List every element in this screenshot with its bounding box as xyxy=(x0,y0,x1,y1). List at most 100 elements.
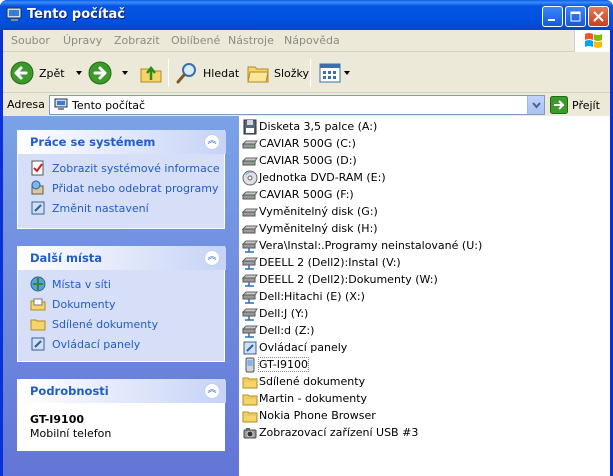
task-label: Zobrazit systémové informace xyxy=(52,161,220,175)
close-button[interactable] xyxy=(588,6,609,27)
place-network[interactable]: Místa v síti xyxy=(30,276,111,292)
go-arrow-icon xyxy=(550,96,568,114)
task-change-settings[interactable]: Změnit nastavení xyxy=(30,200,149,216)
chevron-down-icon[interactable] xyxy=(73,68,85,78)
system-tasks-title: Práce se systémem xyxy=(30,135,156,149)
list-item[interactable]: Dell:Hitachi (E) (X:) xyxy=(242,288,365,305)
details-type: Mobilní telefon xyxy=(30,427,112,440)
place-control-panel[interactable]: Ovládací panely xyxy=(30,336,140,352)
address-input[interactable]: Tento počítač xyxy=(49,95,545,115)
place-documents[interactable]: Dokumenty xyxy=(30,296,115,312)
control-panel-icon xyxy=(31,337,45,351)
place-shared-documents[interactable]: Sdílené dokumenty xyxy=(30,316,158,332)
list-item-label: Jednotka DVD-RAM (E:) xyxy=(259,171,386,184)
other-places-header[interactable]: Další místa ︽ xyxy=(18,246,226,270)
menu-bar: Soubor Úpravy Zobrazit Oblíbené Nástroje… xyxy=(3,30,610,52)
list-item[interactable]: DEELL 2 (Dell2):Dokumenty (W:) xyxy=(242,271,438,288)
list-item[interactable]: CAVIAR 500G (D:) xyxy=(242,152,357,169)
go-button[interactable]: Přejít xyxy=(550,96,600,114)
details-panel: Podrobnosti ︽ GT-I9100 Mobilní telefon xyxy=(17,379,226,451)
task-label: Změnit nastavení xyxy=(52,201,149,215)
control-panel-icon xyxy=(243,341,257,354)
list-item-label: Dell:J (Y:) xyxy=(259,307,309,320)
list-item[interactable]: Jednotka DVD-RAM (E:) xyxy=(242,169,386,186)
list-item[interactable]: Vyměnitelný disk (H:) xyxy=(242,220,378,237)
list-item-label: CAVIAR 500G (C:) xyxy=(259,137,356,150)
back-arrow-icon xyxy=(10,61,34,85)
close-icon xyxy=(593,11,604,22)
hard-drive-icon xyxy=(242,140,258,148)
toolbar-separator xyxy=(168,59,169,87)
collapse-chevron-icon[interactable]: ︽ xyxy=(204,134,220,150)
folders-label: Složky xyxy=(274,66,310,80)
go-label: Přejít xyxy=(572,98,600,112)
list-item[interactable]: Martin - dokumenty xyxy=(242,390,367,407)
system-tasks-header[interactable]: Práce se systémem ︽ xyxy=(18,130,226,154)
list-item[interactable]: Disketa 3,5 palce (A:) xyxy=(242,118,377,135)
list-item-label: CAVIAR 500G (F:) xyxy=(259,188,354,201)
list-item[interactable]: Dell:d (Z:) xyxy=(242,322,314,339)
list-item-label: Nokia Phone Browser xyxy=(259,409,376,422)
list-item-label: Dell:d (Z:) xyxy=(259,324,315,337)
list-item-label: GT-I9100 xyxy=(257,357,310,372)
network-drive-icon xyxy=(242,257,258,270)
documents-icon xyxy=(30,298,46,311)
menu-help[interactable]: Nápověda xyxy=(284,34,340,47)
list-item[interactable]: DEELL 2 (Dell2):Instal (V:) xyxy=(242,254,401,271)
folders-button[interactable]: Složky xyxy=(246,57,309,89)
list-item[interactable]: Sdílené dokumenty xyxy=(242,373,365,390)
task-add-remove-programs[interactable]: Přidat nebo odebrat programy xyxy=(30,180,219,196)
menu-edit[interactable]: Úpravy xyxy=(63,34,102,47)
network-drive-icon xyxy=(242,291,258,304)
views-button[interactable] xyxy=(318,57,352,89)
list-item[interactable]: Vyměnitelný disk (G:) xyxy=(242,203,378,220)
list-item-label: Vera\Instal:.Programy neinstalované (U:) xyxy=(259,239,483,252)
my-computer-icon xyxy=(6,7,22,21)
windows-flag-icon xyxy=(585,33,602,48)
back-button[interactable]: Zpět xyxy=(9,57,85,89)
windows-logo xyxy=(574,30,610,52)
system-info-icon xyxy=(31,160,44,176)
forward-button[interactable] xyxy=(87,57,131,89)
task-system-info[interactable]: Zobrazit systémové informace xyxy=(30,160,220,176)
network-drive-icon xyxy=(242,325,258,338)
list-item[interactable]: CAVIAR 500G (F:) xyxy=(242,186,354,203)
details-name: GT-I9100 xyxy=(30,413,84,426)
toolbar: Zpět Hledat Složky xyxy=(3,53,610,93)
list-item[interactable]: CAVIAR 500G (C:) xyxy=(242,135,356,152)
list-item[interactable]: Nokia Phone Browser xyxy=(242,407,376,424)
menu-view[interactable]: Zobrazit xyxy=(114,34,160,47)
chevron-down-icon[interactable] xyxy=(119,68,131,78)
address-label: Adresa xyxy=(7,98,45,111)
collapse-chevron-icon[interactable]: ︽ xyxy=(204,383,220,399)
minimize-button[interactable] xyxy=(542,6,563,27)
views-icon xyxy=(319,63,341,83)
system-tasks-panel: Práce se systémem ︽ Zobrazit systémové i… xyxy=(17,130,226,229)
folder-icon xyxy=(242,394,258,405)
list-item-label: Vyměnitelný disk (H:) xyxy=(259,222,378,235)
list-item-label: CAVIAR 500G (D:) xyxy=(259,154,357,167)
details-header[interactable]: Podrobnosti ︽ xyxy=(18,379,226,403)
items-view: Disketa 3,5 palce (A:) CAVIAR 500G (C:) CA… xyxy=(239,116,610,476)
search-button[interactable]: Hledat xyxy=(175,57,239,89)
menu-favorites[interactable]: Oblíbené xyxy=(171,34,220,47)
list-item[interactable]: Zobrazovací zařízení USB #3 xyxy=(242,424,418,441)
list-item[interactable]: Dell:J (Y:) xyxy=(242,305,308,322)
up-folder-button[interactable] xyxy=(139,57,163,89)
floppy-icon xyxy=(243,119,257,134)
menu-file[interactable]: Soubor xyxy=(11,34,50,47)
maximize-button[interactable] xyxy=(565,6,586,27)
chevron-down-icon xyxy=(531,102,541,109)
collapse-chevron-icon[interactable]: ︽ xyxy=(204,250,220,266)
list-item[interactable]: Ovládací panely xyxy=(242,339,347,356)
menu-tools[interactable]: Nástroje xyxy=(228,34,274,47)
details-title: Podrobnosti xyxy=(30,384,109,398)
chevron-down-icon[interactable] xyxy=(342,68,352,78)
address-dropdown-button[interactable] xyxy=(527,96,544,114)
back-label: Zpět xyxy=(39,66,65,80)
list-item[interactable]: GT-I9100 xyxy=(242,356,310,373)
add-remove-programs-icon xyxy=(31,180,44,195)
list-item[interactable]: Vera\Instal:.Programy neinstalované (U:) xyxy=(242,237,482,254)
task-label: Přidat nebo odebrat programy xyxy=(52,181,219,195)
title-bar[interactable]: Tento počítač xyxy=(0,0,613,30)
